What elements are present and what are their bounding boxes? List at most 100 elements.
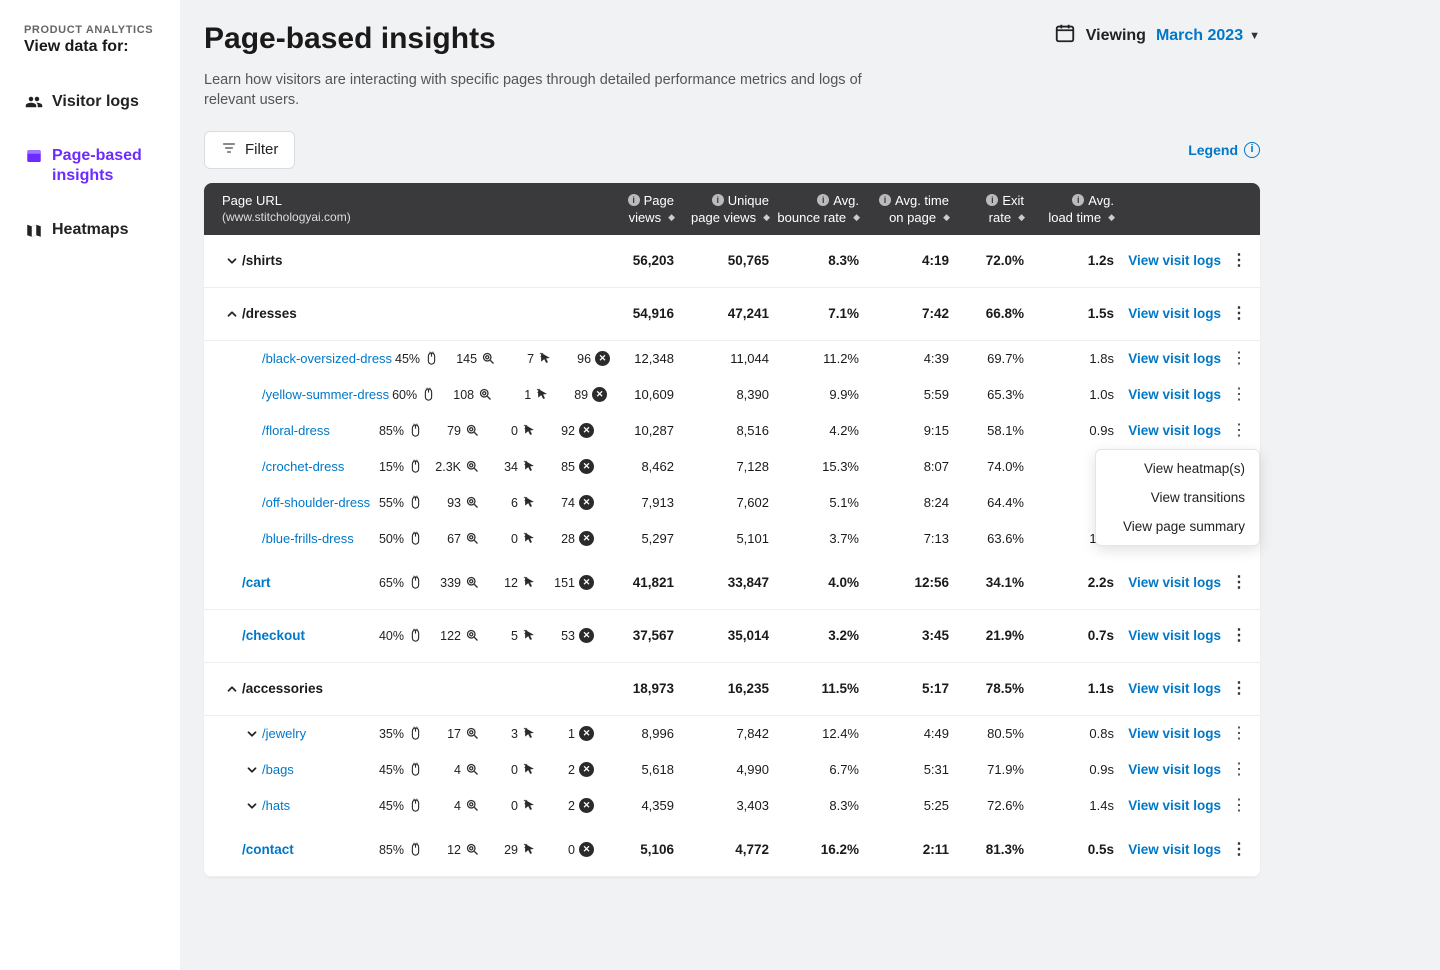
cursor-click-icon bbox=[522, 423, 537, 438]
cell-actions: View visit logs ⋮ View heatmap(s) View t… bbox=[1118, 421, 1253, 441]
table-row: /accessories 18,973 16,235 11.5% 5:17 78… bbox=[204, 663, 1260, 716]
filter-button[interactable]: Filter bbox=[204, 131, 295, 169]
page-path-link[interactable]: /checkout bbox=[242, 628, 305, 643]
scroll-mouse-icon bbox=[408, 762, 423, 777]
view-visit-logs-link[interactable]: View visit logs bbox=[1128, 306, 1221, 321]
th-exit-rate[interactable]: iExitrate◆ bbox=[953, 193, 1028, 225]
row-actions-popover: View heatmap(s) View transitions View pa… bbox=[1095, 449, 1260, 546]
more-actions-icon[interactable]: ⋮ bbox=[1229, 385, 1249, 405]
rage-click-icon: ✕ bbox=[579, 798, 594, 813]
page-path-link[interactable]: /contact bbox=[242, 842, 294, 857]
page-path-link[interactable]: /blue-frills-dress bbox=[262, 531, 354, 546]
th-time-on-page[interactable]: iAvg. timeon page◆ bbox=[863, 193, 953, 225]
cell-bounce-rate: 9.9% bbox=[773, 387, 863, 402]
cell-unique-page-views: 35,014 bbox=[678, 628, 773, 643]
filter-label: Filter bbox=[245, 141, 278, 158]
view-visit-logs-link[interactable]: View visit logs bbox=[1128, 842, 1221, 857]
chevron-up-icon[interactable] bbox=[222, 682, 242, 696]
legend-link[interactable]: Legend i bbox=[1188, 142, 1260, 158]
cell-exit-rate: 65.3% bbox=[953, 387, 1028, 402]
more-actions-icon[interactable]: ⋮ bbox=[1229, 421, 1249, 441]
cell-bounce-rate: 3.7% bbox=[773, 531, 863, 546]
chevron-up-icon[interactable] bbox=[222, 307, 242, 321]
chevron-down-icon[interactable] bbox=[222, 254, 242, 268]
more-actions-icon[interactable]: ⋮ bbox=[1229, 573, 1249, 593]
more-actions-icon[interactable]: ⋮ bbox=[1229, 626, 1249, 646]
page-path-link[interactable]: /crochet-dress bbox=[262, 459, 344, 474]
row-metrics: 15% 2.3K 34 85✕ bbox=[376, 459, 594, 474]
more-actions-icon[interactable]: ⋮ bbox=[1229, 304, 1249, 324]
page-path-link[interactable]: /jewelry bbox=[262, 726, 306, 741]
cell-time-on-page: 5:25 bbox=[863, 798, 953, 813]
more-actions-icon[interactable]: ⋮ bbox=[1229, 760, 1249, 780]
more-actions-icon[interactable]: ⋮ bbox=[1229, 251, 1249, 271]
sidebar-item-page-based-insights[interactable]: Page-based insights bbox=[24, 138, 168, 194]
view-visit-logs-link[interactable]: View visit logs bbox=[1128, 351, 1221, 366]
page-path-link[interactable]: /hats bbox=[262, 798, 290, 813]
view-visit-logs-link[interactable]: View visit logs bbox=[1128, 681, 1221, 696]
cell-time-on-page: 5:31 bbox=[863, 762, 953, 777]
row-metrics: 85% 79 0 92✕ bbox=[376, 423, 594, 438]
cell-unique-page-views: 8,390 bbox=[678, 387, 773, 402]
cell-url: /off-shoulder-dress 55% 93 6 74✕ bbox=[218, 495, 598, 510]
th-page-views[interactable]: iPageviews◆ bbox=[598, 193, 678, 225]
more-actions-icon[interactable]: ⋮ bbox=[1229, 840, 1249, 860]
chevron-down-icon[interactable] bbox=[242, 727, 262, 741]
cell-time-on-page: 12:56 bbox=[863, 575, 953, 590]
cell-url: /blue-frills-dress 50% 67 0 28✕ bbox=[218, 531, 598, 546]
table-row: /black-oversized-dress 45% 145 7 96✕ 12,… bbox=[204, 341, 1260, 377]
page-path-link[interactable]: /cart bbox=[242, 575, 271, 590]
sidebar-item-heatmaps[interactable]: Heatmaps bbox=[24, 212, 168, 248]
more-actions-icon[interactable]: ⋮ bbox=[1229, 679, 1249, 699]
cell-actions: View visit logs ⋮ bbox=[1118, 251, 1253, 271]
cursor-click-icon bbox=[522, 842, 537, 857]
page-path-link[interactable]: /off-shoulder-dress bbox=[262, 495, 370, 510]
page-path-link[interactable]: /bags bbox=[262, 762, 294, 777]
more-actions-icon[interactable]: ⋮ bbox=[1229, 724, 1249, 744]
cell-url: /jewelry 35% 17 3 1✕ bbox=[218, 726, 598, 741]
view-visit-logs-link[interactable]: View visit logs bbox=[1128, 575, 1221, 590]
view-visit-logs-link[interactable]: View visit logs bbox=[1128, 726, 1221, 741]
page-path-link[interactable]: /yellow-summer-dress bbox=[262, 387, 389, 402]
view-visit-logs-link[interactable]: View visit logs bbox=[1128, 628, 1221, 643]
cell-time-on-page: 4:39 bbox=[863, 351, 953, 366]
view-visit-logs-link[interactable]: View visit logs bbox=[1128, 253, 1221, 268]
page-path-link[interactable]: /floral-dress bbox=[262, 423, 330, 438]
zoom-icon bbox=[481, 351, 496, 366]
table-row: /contact 85% 12 29 0✕ 5,106 4,772 16.2% … bbox=[204, 824, 1260, 877]
chevron-down-icon[interactable] bbox=[242, 799, 262, 813]
cell-page-views: 12,348 bbox=[598, 351, 678, 366]
th-unique-page-views[interactable]: iUniquepage views◆ bbox=[678, 193, 773, 225]
cell-time-on-page: 9:15 bbox=[863, 423, 953, 438]
th-bounce-rate[interactable]: iAvg.bounce rate◆ bbox=[773, 193, 863, 225]
cell-url: /bags 45% 4 0 2✕ bbox=[218, 762, 598, 777]
filter-icon bbox=[221, 140, 237, 160]
page-path-link[interactable]: /black-oversized-dress bbox=[262, 351, 392, 366]
view-visit-logs-link[interactable]: View visit logs bbox=[1128, 423, 1221, 438]
date-range-picker[interactable]: March 2023 ▼ bbox=[1156, 27, 1260, 45]
cell-unique-page-views: 50,765 bbox=[678, 253, 773, 268]
more-actions-icon[interactable]: ⋮ bbox=[1229, 796, 1249, 816]
row-metrics: 45% 145 7 96✕ bbox=[392, 351, 610, 366]
viewing-value: March 2023 bbox=[1156, 27, 1243, 45]
popover-view-heatmaps[interactable]: View heatmap(s) bbox=[1096, 454, 1259, 483]
more-actions-icon[interactable]: ⋮ bbox=[1229, 349, 1249, 369]
map-icon bbox=[24, 221, 44, 239]
viewing-label: Viewing bbox=[1086, 27, 1146, 45]
popover-view-page-summary[interactable]: View page summary bbox=[1096, 512, 1259, 541]
th-load-time[interactable]: iAvg.load time◆ bbox=[1028, 193, 1118, 225]
view-visit-logs-link[interactable]: View visit logs bbox=[1128, 762, 1221, 777]
chevron-down-icon[interactable] bbox=[242, 763, 262, 777]
row-metrics: 35% 17 3 1✕ bbox=[376, 726, 594, 741]
cell-time-on-page: 5:59 bbox=[863, 387, 953, 402]
view-visit-logs-link[interactable]: View visit logs bbox=[1128, 798, 1221, 813]
scroll-mouse-icon bbox=[408, 628, 423, 643]
scroll-mouse-icon bbox=[421, 387, 436, 402]
sidebar-item-visitor-logs[interactable]: Visitor logs bbox=[24, 84, 168, 120]
cell-actions: View visit logs ⋮ bbox=[1118, 626, 1253, 646]
view-visit-logs-link[interactable]: View visit logs bbox=[1128, 387, 1221, 402]
cell-load-time: 1.8s bbox=[1028, 351, 1118, 366]
popover-view-transitions[interactable]: View transitions bbox=[1096, 483, 1259, 512]
cell-actions: View visit logs ⋮ bbox=[1118, 796, 1253, 816]
zoom-icon bbox=[465, 762, 480, 777]
